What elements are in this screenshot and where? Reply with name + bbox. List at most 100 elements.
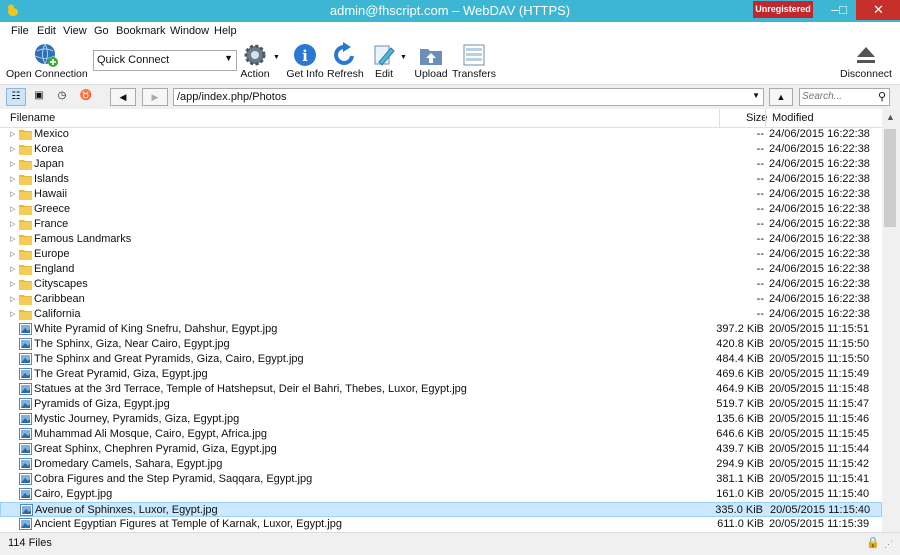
folder-row[interactable]: ▷ Famous Landmarks -- 24/06/2015 16:22:38: [0, 232, 882, 247]
disconnect-button[interactable]: Disconnect: [838, 40, 894, 84]
edit-button[interactable]: Edit: [370, 40, 398, 84]
size-cell: --: [756, 203, 764, 215]
modified-cell: 24/06/2015 16:22:38: [769, 203, 870, 215]
search-field[interactable]: ⚲: [799, 88, 890, 106]
history-icon[interactable]: ◷: [53, 88, 71, 104]
file-row[interactable]: The Sphinx, Giza, Near Cairo, Egypt.jpg 4…: [0, 337, 882, 352]
modified-cell: 20/05/2015 11:15:49: [769, 368, 870, 380]
quick-connect-dropdown[interactable]: Quick Connect ▼: [93, 50, 237, 71]
file-count: 114 Files: [8, 537, 52, 549]
refresh-button[interactable]: Refresh: [327, 40, 364, 84]
file-row[interactable]: Statues at the 3rd Terrace, Temple of Ha…: [0, 382, 882, 397]
vertical-scrollbar[interactable]: ▲: [882, 109, 900, 532]
menu-file[interactable]: File: [11, 25, 29, 37]
expand-arrow-icon[interactable]: ▷: [10, 130, 15, 138]
folder-row[interactable]: ▷ Cityscapes -- 24/06/2015 16:22:38: [0, 277, 882, 292]
get-info-button[interactable]: i Get Info: [286, 40, 324, 84]
file-row[interactable]: White Pyramid of King Snefru, Dahshur, E…: [0, 322, 882, 337]
expand-arrow-icon[interactable]: ▷: [10, 220, 15, 228]
folder-row[interactable]: ▷ Greece -- 24/06/2015 16:22:38: [0, 202, 882, 217]
action-button[interactable]: Action: [238, 40, 272, 84]
file-row[interactable]: Ancient Egyptian Figures at Temple of Ka…: [0, 517, 882, 532]
filename-cell: California: [34, 308, 81, 320]
file-row[interactable]: The Sphinx and Great Pyramids, Giza, Cai…: [0, 352, 882, 367]
folder-row[interactable]: ▷ France -- 24/06/2015 16:22:38: [0, 217, 882, 232]
column-divider[interactable]: [719, 109, 720, 127]
image-file-icon: [19, 443, 32, 455]
folder-row[interactable]: ▷ Korea -- 24/06/2015 16:22:38: [0, 142, 882, 157]
file-row[interactable]: Dromedary Camels, Sahara, Egypt.jpg 294.9…: [0, 457, 882, 472]
forward-button[interactable]: ▶: [142, 88, 168, 106]
close-button[interactable]: ✕: [856, 0, 900, 20]
menu-view[interactable]: View: [63, 25, 87, 37]
modified-cell: 20/05/2015 11:15:46: [769, 413, 870, 425]
search-input[interactable]: [802, 90, 872, 103]
folder-row[interactable]: ▷ Hawaii -- 24/06/2015 16:22:38: [0, 187, 882, 202]
bookmarks-icon[interactable]: ▣: [30, 88, 48, 104]
menu-go[interactable]: Go: [94, 25, 109, 37]
expand-arrow-icon[interactable]: ▷: [10, 280, 15, 288]
expand-arrow-icon[interactable]: ▷: [10, 205, 15, 213]
modified-cell: 20/05/2015 11:15:41: [769, 473, 870, 485]
size-cell: --: [756, 188, 764, 200]
browser-view-icon[interactable]: ☷: [6, 88, 26, 106]
expand-arrow-icon[interactable]: ▷: [10, 145, 15, 153]
menu-window[interactable]: Window: [170, 25, 209, 37]
parent-directory-button[interactable]: ▲: [769, 88, 793, 106]
svg-text:i: i: [302, 47, 308, 65]
folder-row[interactable]: ▷ California -- 24/06/2015 16:22:38: [0, 307, 882, 322]
scroll-up-icon[interactable]: ▲: [886, 112, 895, 122]
filename-column-header[interactable]: Filename: [10, 112, 55, 124]
file-row[interactable]: The Great Pyramid, Giza, Egypt.jpg 469.6 …: [0, 367, 882, 382]
resize-grip-icon[interactable]: ⋰: [884, 539, 893, 550]
action-dropdown-icon[interactable]: ▼: [273, 54, 280, 61]
open-connection-button[interactable]: Open Connection: [6, 40, 88, 84]
expand-arrow-icon[interactable]: ▷: [10, 190, 15, 198]
file-row[interactable]: Avenue of Sphinxes, Luxor, Egypt.jpg 335.…: [0, 502, 882, 517]
info-icon: i: [294, 44, 316, 66]
folder-row[interactable]: ▷ Japan -- 24/06/2015 16:22:38: [0, 157, 882, 172]
edit-dropdown-icon[interactable]: ▼: [400, 54, 407, 61]
transfers-button[interactable]: Transfers: [452, 40, 496, 84]
filename-cell: Cobra Figures and the Step Pyramid, Saqq…: [34, 473, 313, 485]
folder-icon: [19, 250, 32, 260]
folder-row[interactable]: ▷ England -- 24/06/2015 16:22:38: [0, 262, 882, 277]
expand-arrow-icon[interactable]: ▷: [10, 265, 15, 273]
back-button[interactable]: ◀: [110, 88, 136, 106]
file-list: ▷ Mexico -- 24/06/2015 16:22:38 ▷ Korea -- 24/0…: [0, 127, 882, 532]
filename-cell: The Great Pyramid, Giza, Egypt.jpg: [34, 368, 208, 380]
size-cell: --: [756, 128, 764, 140]
modified-column-header[interactable]: Modified: [772, 112, 814, 124]
expand-arrow-icon[interactable]: ▷: [10, 160, 15, 168]
filename-cell: England: [34, 263, 75, 275]
column-divider[interactable]: [765, 109, 766, 127]
expand-arrow-icon[interactable]: ▷: [10, 175, 15, 183]
expand-arrow-icon[interactable]: ▷: [10, 295, 15, 303]
menu-help[interactable]: Help: [214, 25, 237, 37]
scrollbar-thumb[interactable]: [884, 129, 896, 227]
modified-cell: 24/06/2015 16:22:38: [769, 218, 870, 230]
path-dropdown[interactable]: /app/index.php/Photos ▼: [173, 88, 764, 106]
bonjour-icon[interactable]: ♉: [77, 88, 95, 104]
unregistered-badge[interactable]: Unregistered: [753, 1, 813, 18]
folder-row[interactable]: ▷ Islands -- 24/06/2015 16:22:38: [0, 172, 882, 187]
file-row[interactable]: Great Sphinx, Chephren Pyramid, Giza, Eg…: [0, 442, 882, 457]
size-cell: --: [756, 158, 764, 170]
folder-row[interactable]: ▷ Europe -- 24/06/2015 16:22:38: [0, 247, 882, 262]
file-row[interactable]: Pyramids of Giza, Egypt.jpg 519.7 KiB 20/0…: [0, 397, 882, 412]
expand-arrow-icon[interactable]: ▷: [10, 250, 15, 258]
expand-arrow-icon[interactable]: ▷: [10, 310, 15, 318]
folder-row[interactable]: ▷ Mexico -- 24/06/2015 16:22:38: [0, 127, 882, 142]
filename-cell: Great Sphinx, Chephren Pyramid, Giza, Eg…: [34, 443, 277, 455]
maximize-button[interactable]: □: [830, 0, 856, 20]
file-row[interactable]: Cobra Figures and the Step Pyramid, Saqq…: [0, 472, 882, 487]
file-row[interactable]: Mystic Journey, Pyramids, Giza, Egypt.jp…: [0, 412, 882, 427]
menu-bookmark[interactable]: Bookmark: [116, 25, 166, 37]
folder-icon: [19, 160, 32, 170]
folder-row[interactable]: ▷ Caribbean -- 24/06/2015 16:22:38: [0, 292, 882, 307]
file-row[interactable]: Muhammad Ali Mosque, Cairo, Egypt, Afric…: [0, 427, 882, 442]
upload-button[interactable]: Upload: [414, 40, 448, 84]
expand-arrow-icon[interactable]: ▷: [10, 235, 15, 243]
menu-edit[interactable]: Edit: [37, 25, 56, 37]
file-row[interactable]: Cairo, Egypt.jpg 161.0 KiB 20/05/2015 11:1…: [0, 487, 882, 502]
